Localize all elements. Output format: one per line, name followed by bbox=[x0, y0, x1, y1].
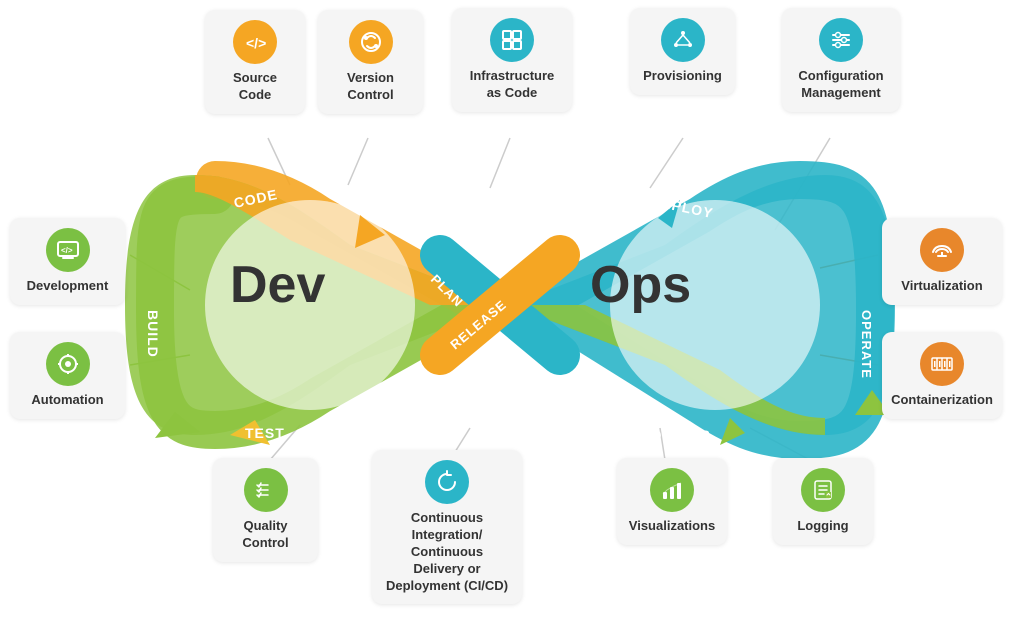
card-automation: Automation bbox=[10, 332, 125, 419]
infra-code-icon bbox=[490, 18, 534, 62]
visualizations-icon bbox=[650, 468, 694, 512]
card-containerization: Containerization bbox=[882, 332, 1002, 419]
config-mgmt-label: Configuration Management bbox=[794, 68, 888, 102]
card-quality-control: Quality Control bbox=[213, 458, 318, 562]
virtualization-label: Virtualization bbox=[901, 278, 982, 295]
version-control-icon bbox=[349, 20, 393, 64]
ops-label: Ops bbox=[590, 255, 691, 315]
source-code-label: Source Code bbox=[217, 70, 293, 104]
ci-cd-icon bbox=[425, 460, 469, 504]
provisioning-icon bbox=[661, 18, 705, 62]
svg-text:DEPLOY: DEPLOY bbox=[649, 192, 715, 221]
card-source-code: </> Source Code bbox=[205, 10, 305, 114]
automation-label: Automation bbox=[31, 392, 103, 409]
svg-text:</>: </> bbox=[61, 246, 73, 255]
provisioning-label: Provisioning bbox=[643, 68, 722, 85]
svg-text:TEST: TEST bbox=[245, 425, 285, 441]
svg-text:MONITOR: MONITOR bbox=[638, 427, 711, 443]
card-provisioning: Provisioning bbox=[630, 8, 735, 95]
svg-text:</>: </> bbox=[246, 35, 266, 51]
card-development: </> Development bbox=[10, 218, 125, 305]
svg-text:BUILD: BUILD bbox=[145, 310, 161, 358]
card-visualizations: Visualizations bbox=[617, 458, 727, 545]
card-logging: Logging bbox=[773, 458, 873, 545]
quality-control-icon bbox=[244, 468, 288, 512]
config-mgmt-icon bbox=[819, 18, 863, 62]
card-config-mgmt: Configuration Management bbox=[782, 8, 900, 112]
dev-label: Dev bbox=[230, 255, 325, 315]
ci-cd-label: Continuous Integration/ Continuous Deliv… bbox=[384, 510, 510, 594]
source-code-icon: </> bbox=[233, 20, 277, 64]
development-icon: </> bbox=[46, 228, 90, 272]
svg-text:OPERATE: OPERATE bbox=[859, 310, 874, 379]
development-label: Development bbox=[27, 278, 109, 295]
svg-text:CODE: CODE bbox=[232, 186, 279, 211]
infra-code-label: Infrastructure as Code bbox=[464, 68, 560, 102]
containerization-label: Containerization bbox=[891, 392, 993, 409]
devops-diagram: CODE BUILD TEST PLAN RELEASE DEPLOY OPER… bbox=[0, 0, 1024, 621]
svg-text:RELEASE: RELEASE bbox=[447, 297, 509, 352]
svg-text:PLAN: PLAN bbox=[428, 272, 466, 310]
version-control-label: Version Control bbox=[330, 70, 411, 104]
virtualization-icon bbox=[920, 228, 964, 272]
card-version-control: Version Control bbox=[318, 10, 423, 114]
automation-icon bbox=[46, 342, 90, 386]
card-virtualization: Virtualization bbox=[882, 218, 1002, 305]
logging-icon bbox=[801, 468, 845, 512]
visualizations-label: Visualizations bbox=[629, 518, 715, 535]
logging-label: Logging bbox=[797, 518, 848, 535]
card-infra-code: Infrastructure as Code bbox=[452, 8, 572, 112]
containerization-icon bbox=[920, 342, 964, 386]
quality-control-label: Quality Control bbox=[225, 518, 306, 552]
card-ci-cd: Continuous Integration/ Continuous Deliv… bbox=[372, 450, 522, 604]
